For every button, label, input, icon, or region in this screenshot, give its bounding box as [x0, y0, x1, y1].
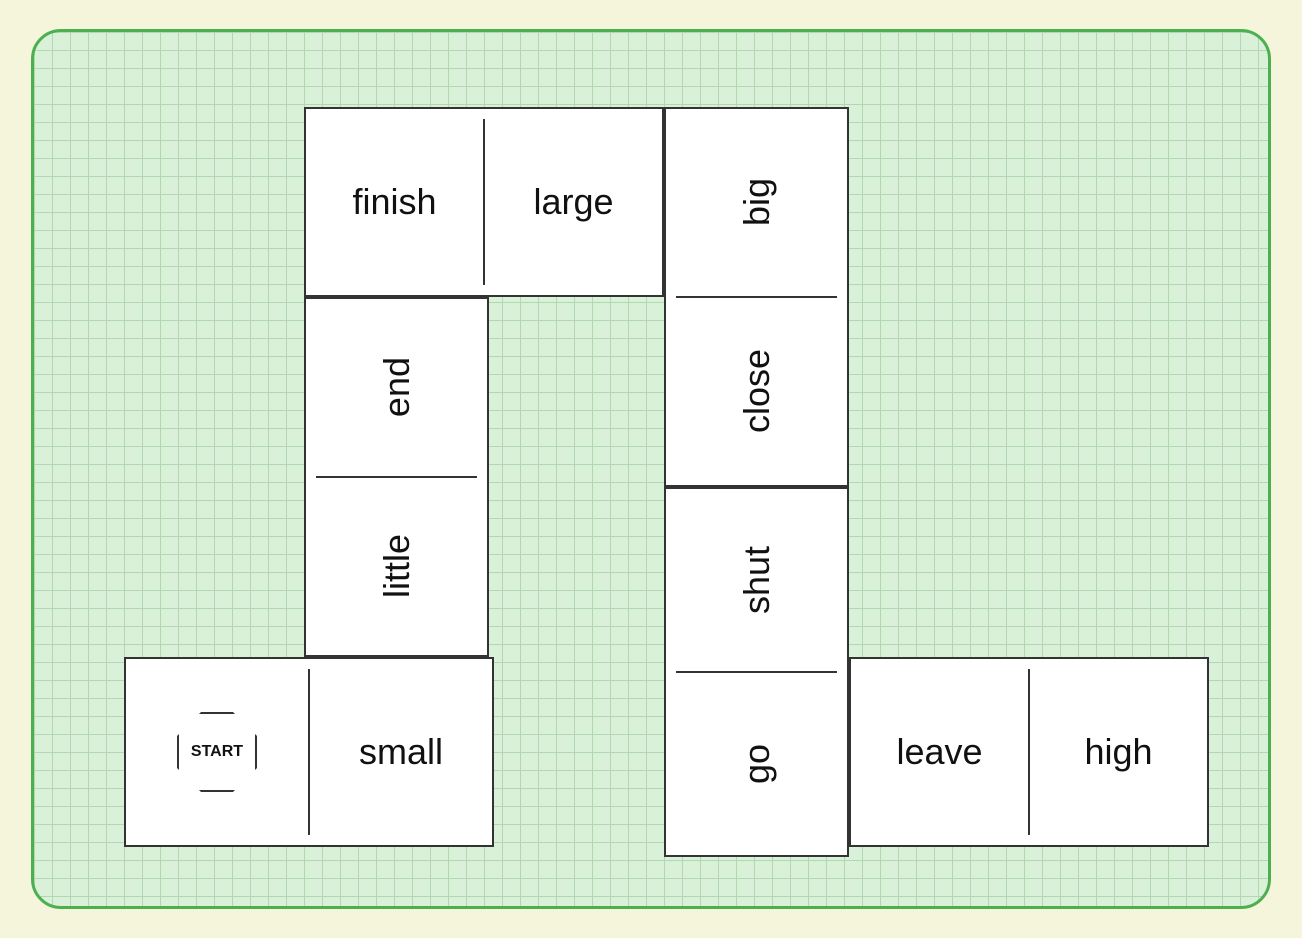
- text-small: small: [359, 731, 443, 773]
- card-left-leave: leave: [851, 731, 1028, 773]
- card-start-section: START: [126, 712, 308, 792]
- card-left-finish: finish: [306, 181, 483, 223]
- text-high: high: [1084, 731, 1152, 773]
- card-finish-large: finish large: [304, 107, 664, 297]
- card-bottom-go: go: [736, 673, 778, 855]
- card-bottom-little: little: [376, 478, 418, 655]
- text-shut: shut: [736, 546, 778, 614]
- card-start-small: START small: [124, 657, 494, 847]
- card-end-little: end little: [304, 297, 489, 657]
- card-right-high: high: [1030, 731, 1207, 773]
- text-big: big: [736, 178, 778, 226]
- card-top-shut: shut: [736, 489, 778, 671]
- game-board: finish large big close end little shut: [31, 29, 1271, 909]
- card-top-end: end: [376, 299, 418, 476]
- card-right-large: large: [485, 181, 662, 223]
- text-close: close: [736, 349, 778, 433]
- card-right-small: small: [310, 731, 492, 773]
- card-top-big: big: [736, 109, 778, 296]
- text-leave: leave: [896, 731, 982, 773]
- start-octagon: START: [177, 712, 257, 792]
- start-label: START: [191, 743, 243, 761]
- card-big-close: big close: [664, 107, 849, 487]
- card-shut-go: shut go: [664, 487, 849, 857]
- text-finish: finish: [352, 181, 436, 223]
- text-little: little: [376, 534, 418, 598]
- text-go: go: [736, 744, 778, 784]
- text-large: large: [533, 181, 613, 223]
- card-leave-high: leave high: [849, 657, 1209, 847]
- text-end: end: [376, 357, 418, 417]
- card-bottom-close: close: [736, 298, 778, 485]
